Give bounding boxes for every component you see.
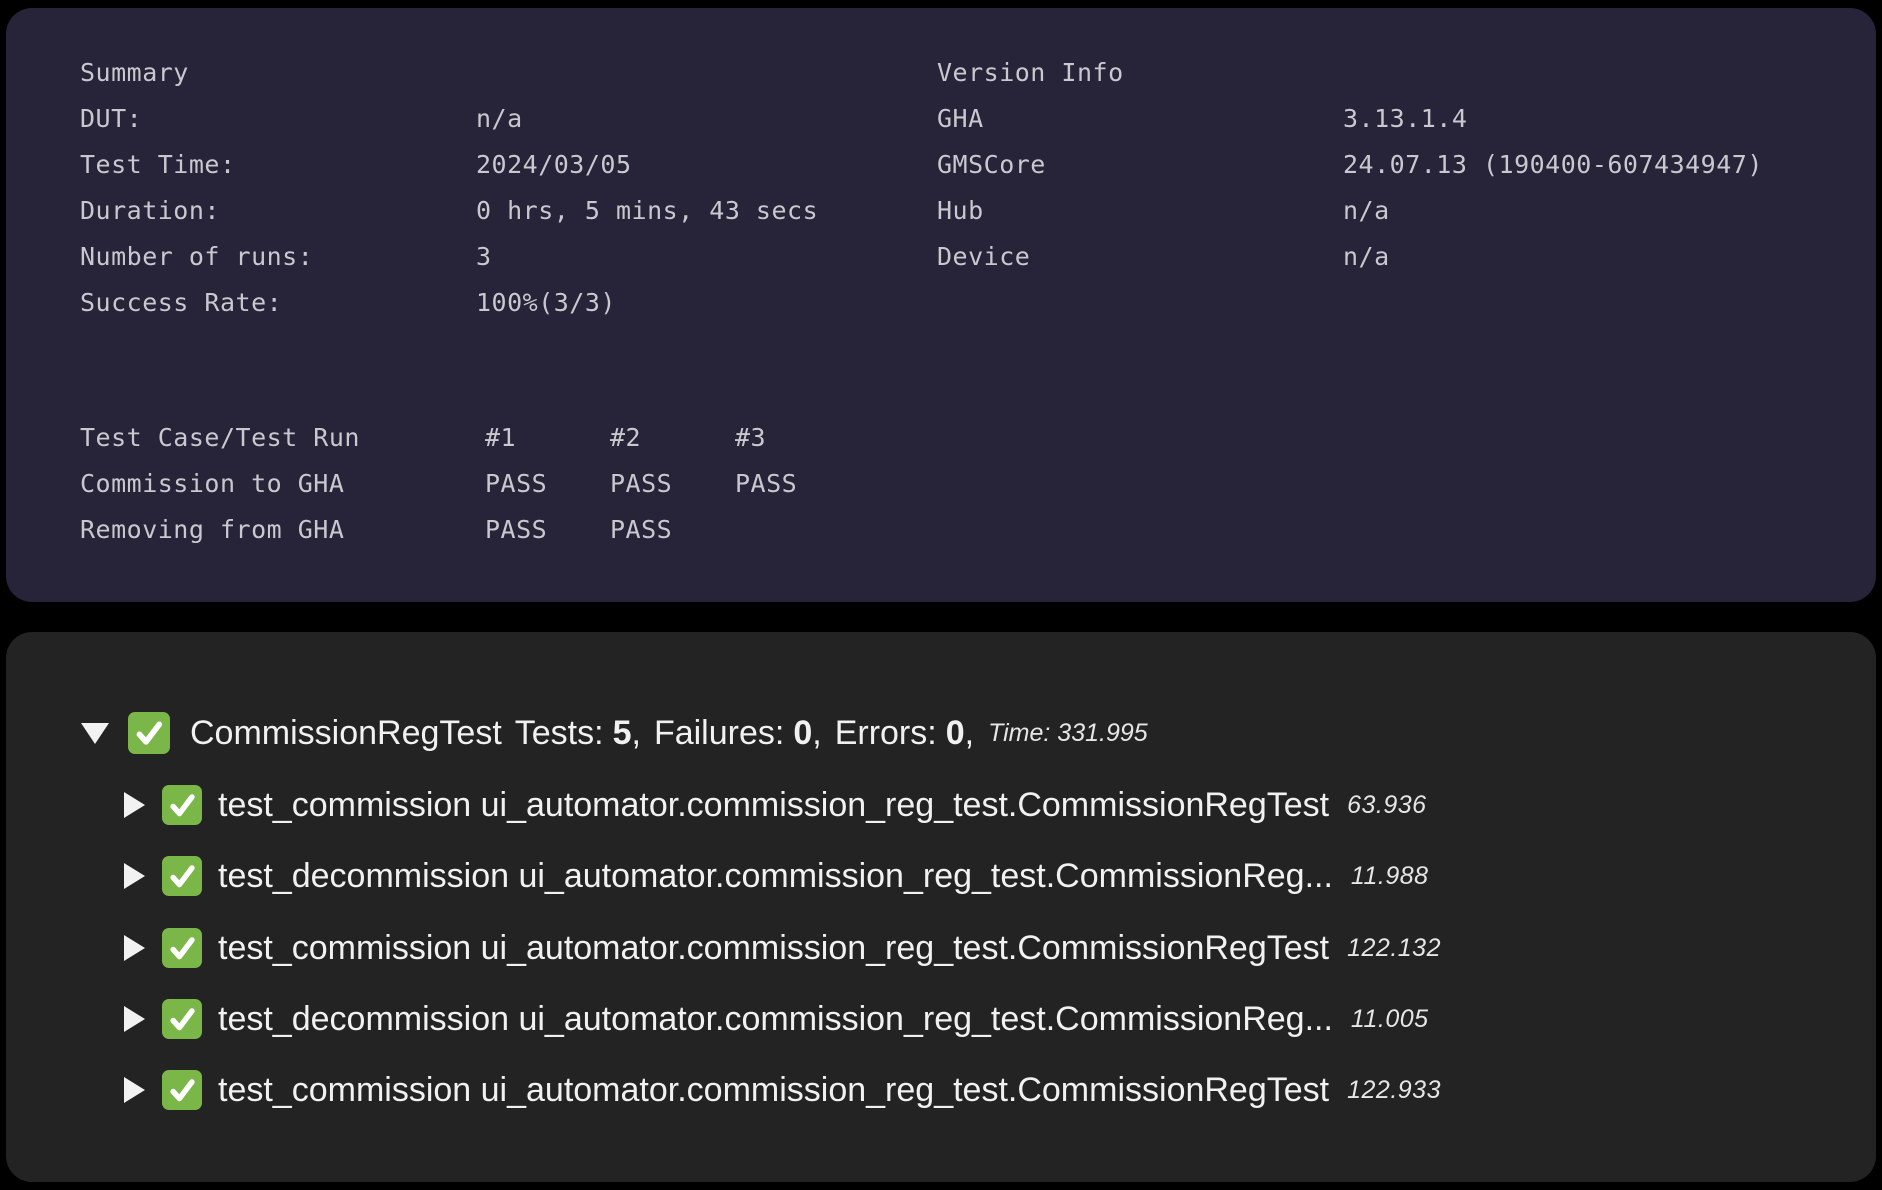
- version-label: Hub: [937, 188, 1343, 234]
- suite-name: CommissionRegTest: [190, 714, 502, 753]
- failures-label: Failures:: [654, 714, 784, 753]
- summary-value: n/a: [476, 96, 523, 142]
- test-case-row[interactable]: test_commission ui_automator.commission_…: [124, 782, 1427, 828]
- version-value: n/a: [1343, 234, 1390, 280]
- test-case-label: test_commission ui_automator.commission_…: [218, 1071, 1329, 1110]
- result-cell: PASS: [485, 507, 610, 553]
- summary-value: 100%(3/3): [476, 280, 616, 326]
- triangle-right-icon[interactable]: [124, 792, 145, 818]
- suite-time: Time: 331.995: [988, 719, 1148, 748]
- test-case-label: test_decommission ui_automator.commissio…: [218, 857, 1333, 896]
- version-label: Device: [937, 234, 1343, 280]
- test-case-time: 122.132: [1347, 934, 1441, 963]
- test-case-label: test_commission ui_automator.commission_…: [218, 929, 1329, 968]
- version-row: GMSCore 24.07.13 (190400-607434947): [937, 142, 1763, 188]
- result-cell: PASS: [485, 461, 610, 507]
- results-tree-panel: CommissionRegTest Tests: 5 , Failures: 0…: [6, 632, 1876, 1182]
- summary-label: Success Rate:: [80, 280, 476, 326]
- test-case-row[interactable]: test_decommission ui_automator.commissio…: [124, 853, 1429, 899]
- run-table-row: Removing from GHA PASS PASS: [80, 507, 860, 553]
- triangle-right-icon[interactable]: [124, 1006, 145, 1032]
- checkmark-icon: [162, 856, 202, 896]
- version-info-title: Version Info: [937, 50, 1763, 96]
- summary-label: DUT:: [80, 96, 476, 142]
- summary-panel: Summary DUT: n/a Test Time: 2024/03/05 D…: [6, 8, 1876, 602]
- summary-row: Success Rate: 100%(3/3): [80, 280, 818, 326]
- report-page: Summary DUT: n/a Test Time: 2024/03/05 D…: [0, 0, 1882, 1190]
- separator: ,: [812, 714, 821, 753]
- run-header-name: Test Case/Test Run: [80, 415, 485, 461]
- run-table-header: Test Case/Test Run #1 #2 #3: [80, 415, 860, 461]
- run-table-row: Commission to GHA PASS PASS PASS: [80, 461, 860, 507]
- version-value: n/a: [1343, 188, 1390, 234]
- checkmark-icon: [162, 1070, 202, 1110]
- test-case-row[interactable]: test_commission ui_automator.commission_…: [124, 1067, 1441, 1113]
- errors-count: 0: [946, 714, 965, 753]
- version-row: Device n/a: [937, 234, 1763, 280]
- run-header-2: #2: [610, 415, 735, 461]
- test-case-time: 122.933: [1347, 1076, 1441, 1105]
- test-case-label: test_decommission ui_automator.commissio…: [218, 1000, 1333, 1039]
- summary-block: Summary DUT: n/a Test Time: 2024/03/05 D…: [80, 50, 818, 326]
- tests-count: 5: [613, 714, 632, 753]
- triangle-right-icon[interactable]: [124, 863, 145, 889]
- checkmark-icon: [128, 712, 170, 754]
- checkmark-icon: [162, 999, 202, 1039]
- triangle-right-icon[interactable]: [124, 935, 145, 961]
- errors-label: Errors:: [835, 714, 937, 753]
- summary-title: Summary: [80, 50, 818, 96]
- triangle-right-icon[interactable]: [124, 1077, 145, 1103]
- test-case-name: Removing from GHA: [80, 507, 485, 553]
- test-case-time: 11.988: [1351, 862, 1429, 891]
- test-case-time: 63.936: [1347, 791, 1426, 820]
- version-value: 24.07.13 (190400-607434947): [1343, 142, 1763, 188]
- test-case-name: Commission to GHA: [80, 461, 485, 507]
- version-value: 3.13.1.4: [1343, 96, 1467, 142]
- summary-label: Duration:: [80, 188, 476, 234]
- version-row: GHA 3.13.1.4: [937, 96, 1763, 142]
- result-cell: PASS: [610, 461, 735, 507]
- test-run-table: Test Case/Test Run #1 #2 #3 Commission t…: [80, 415, 860, 553]
- checkmark-icon: [162, 928, 202, 968]
- result-cell: PASS: [735, 461, 860, 507]
- version-info-block: Version Info GHA 3.13.1.4 GMSCore 24.07.…: [937, 50, 1763, 280]
- run-header-1: #1: [485, 415, 610, 461]
- version-row: Hub n/a: [937, 188, 1763, 234]
- summary-value: 2024/03/05: [476, 142, 632, 188]
- checkmark-icon: [162, 785, 202, 825]
- summary-row: Number of runs: 3: [80, 234, 818, 280]
- summary-row: DUT: n/a: [80, 96, 818, 142]
- separator: ,: [965, 714, 974, 753]
- failures-count: 0: [793, 714, 812, 753]
- suite-row[interactable]: CommissionRegTest Tests: 5 , Failures: 0…: [81, 710, 1148, 756]
- test-case-label: test_commission ui_automator.commission_…: [218, 786, 1329, 825]
- summary-value: 3: [476, 234, 492, 280]
- version-label: GMSCore: [937, 142, 1343, 188]
- summary-row: Duration: 0 hrs, 5 mins, 43 secs: [80, 188, 818, 234]
- version-label: GHA: [937, 96, 1343, 142]
- test-case-time: 11.005: [1351, 1005, 1429, 1034]
- summary-value: 0 hrs, 5 mins, 43 secs: [476, 188, 818, 234]
- result-cell: [735, 507, 860, 553]
- triangle-down-icon[interactable]: [81, 723, 109, 744]
- summary-row: Test Time: 2024/03/05: [80, 142, 818, 188]
- test-case-row[interactable]: test_commission ui_automator.commission_…: [124, 925, 1441, 971]
- tests-label: Tests:: [515, 714, 604, 753]
- result-cell: PASS: [610, 507, 735, 553]
- separator: ,: [632, 714, 641, 753]
- run-header-3: #3: [735, 415, 860, 461]
- summary-label: Number of runs:: [80, 234, 476, 280]
- summary-label: Test Time:: [80, 142, 476, 188]
- test-case-row[interactable]: test_decommission ui_automator.commissio…: [124, 996, 1429, 1042]
